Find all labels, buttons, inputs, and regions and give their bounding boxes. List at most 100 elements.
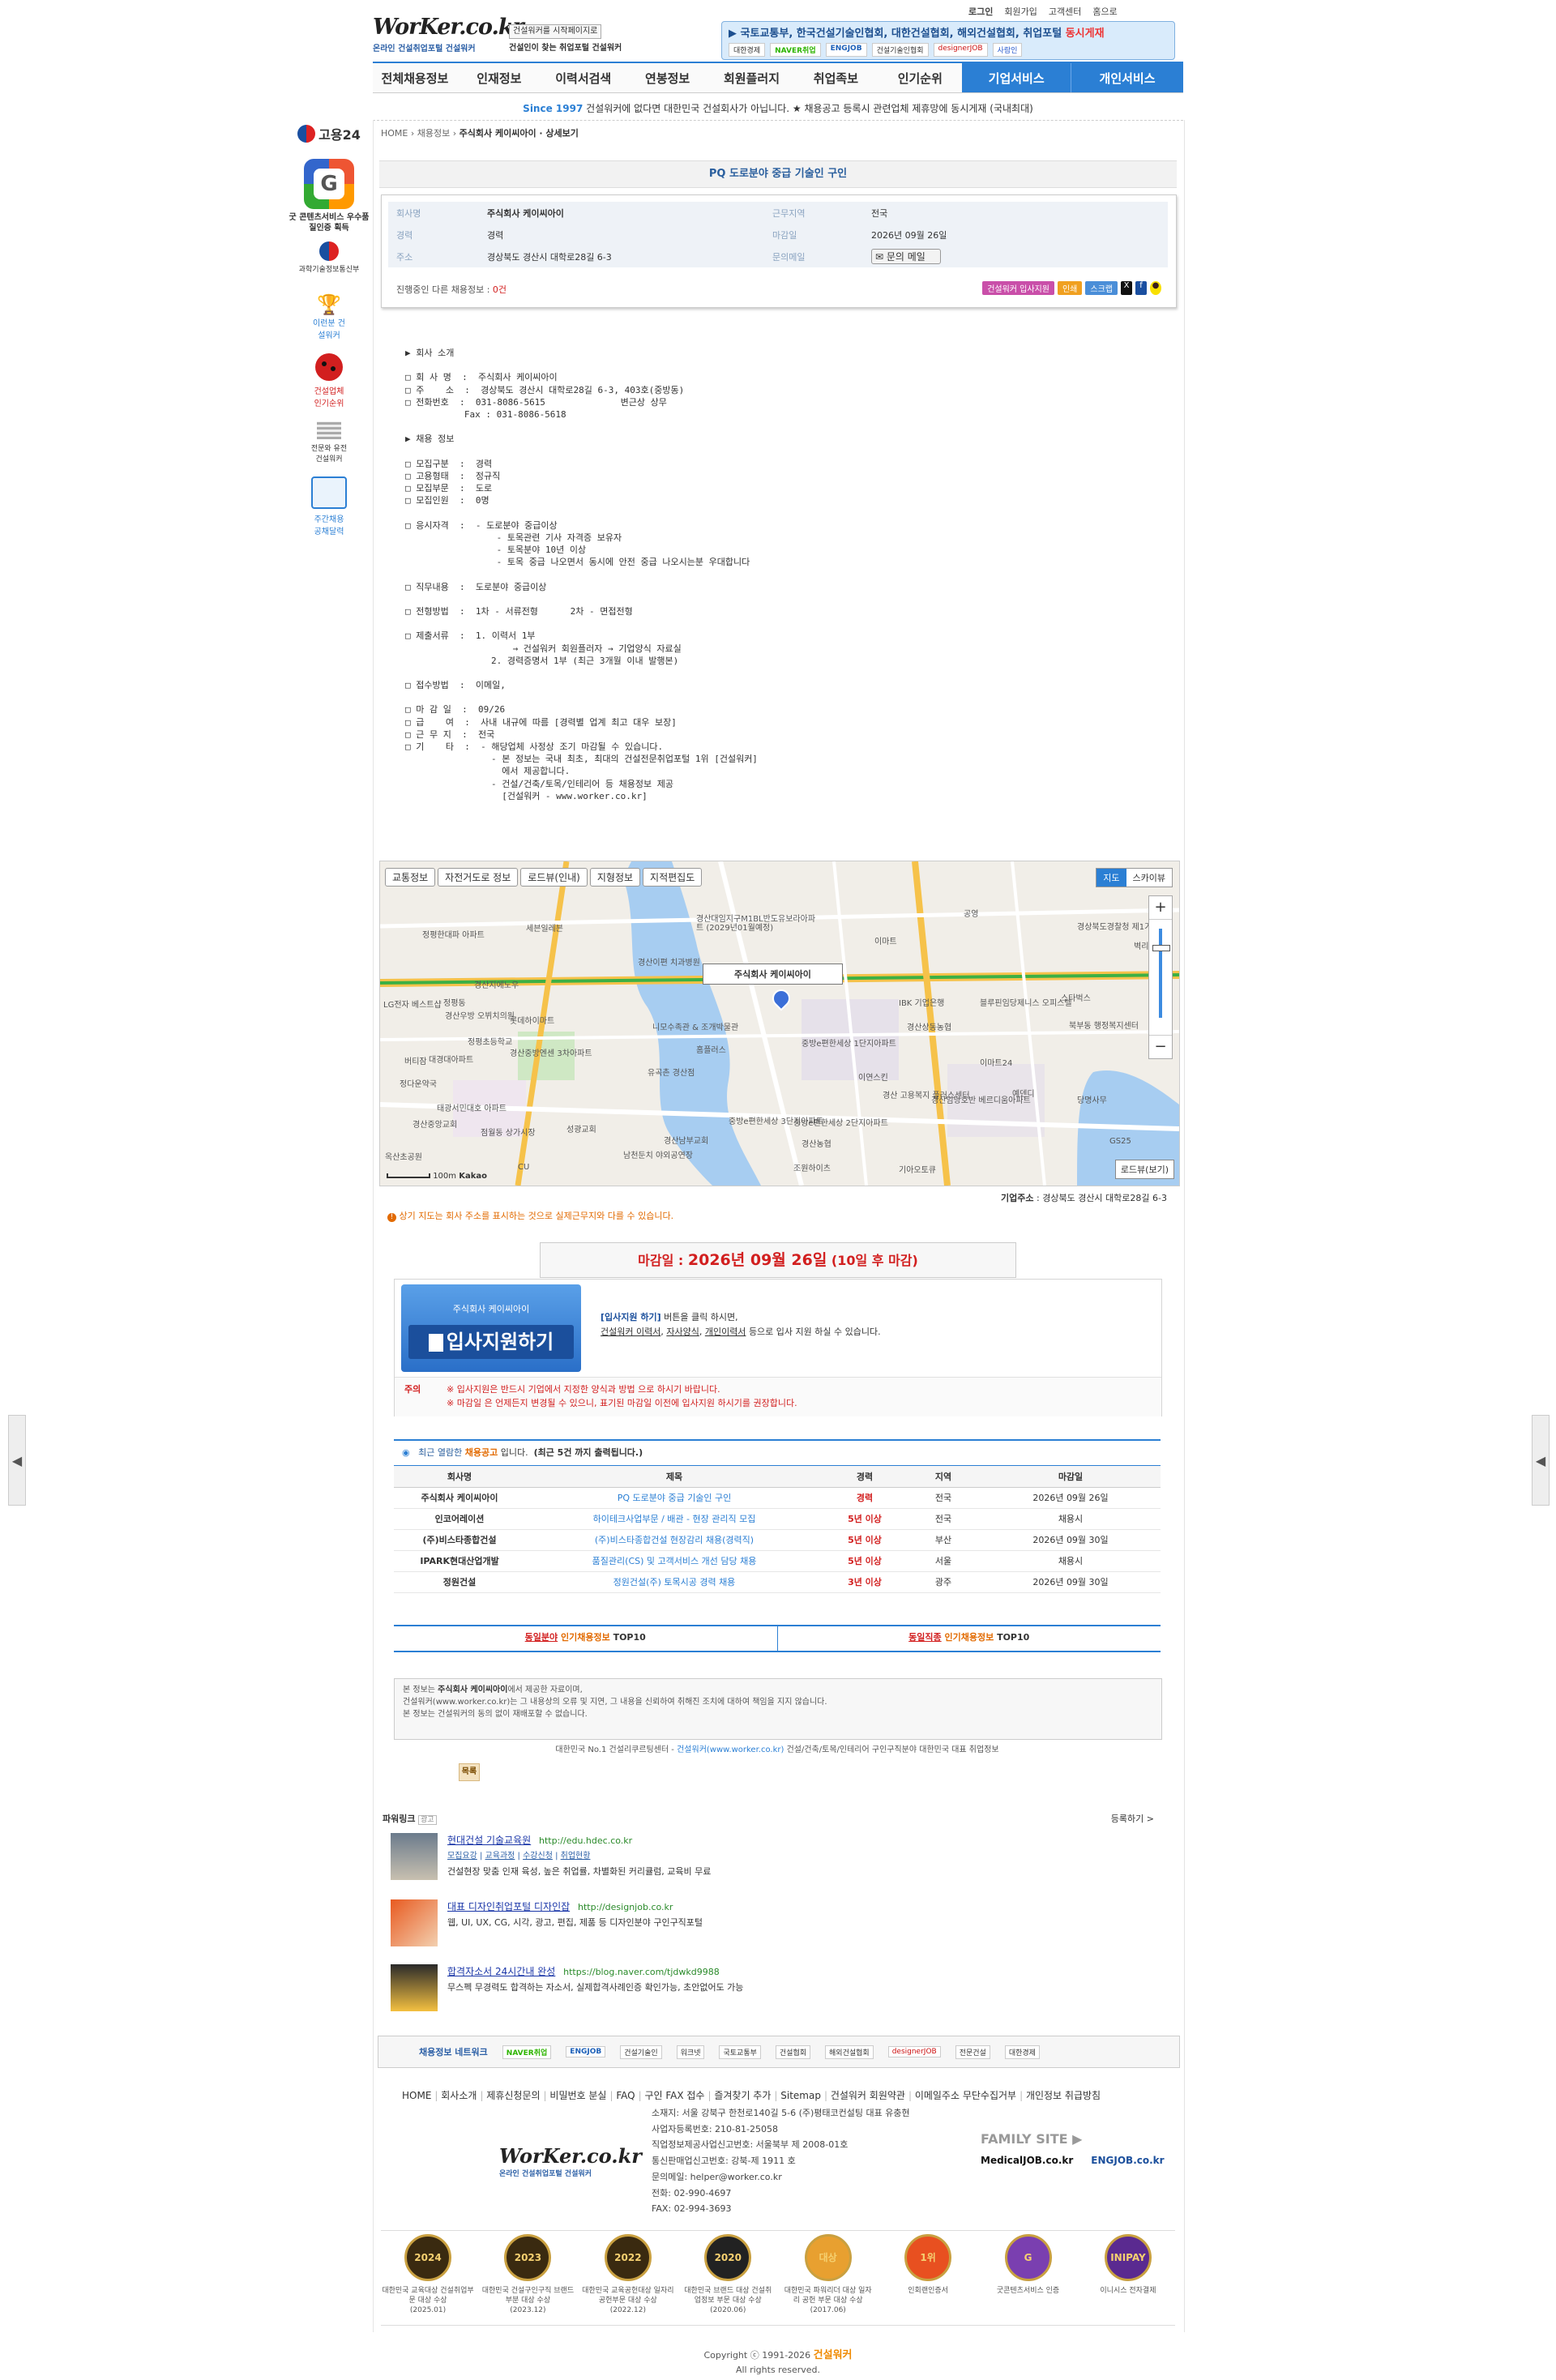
sidebar-trophy[interactable]: 🏆 이런분 건설워커	[289, 293, 370, 340]
map-roadview-toggle[interactable]: 로드뷰(보기)	[1114, 1160, 1174, 1179]
apply-button[interactable]: 입사지원하기	[408, 1325, 574, 1359]
left-scroll-handle[interactable]: ◀	[8, 1415, 26, 1506]
footer-link[interactable]: FAQ	[616, 2090, 635, 2101]
site-logo[interactable]: WorKer.co.kr 온라인 건설취업포털 건설워커	[373, 15, 524, 60]
nav-all-jobs[interactable]: 전체채용정보	[373, 63, 457, 92]
table-row[interactable]: 정원건설 정원건설(주) 토목시공 경력 채용 3년 이상 광주 2026년 09월 3…	[394, 1571, 1161, 1592]
ad-url[interactable]: https://blog.naver.com/tjdwkd9988	[563, 1967, 720, 1977]
nav-member-plaza[interactable]: 회원플러지	[710, 63, 794, 92]
print-button[interactable]: 인쇄	[1057, 281, 1083, 295]
ad-sublink[interactable]: 교육과정	[485, 1852, 515, 1861]
family-site-label[interactable]: FAMILY SITE ▶	[981, 2131, 1167, 2147]
sidebar-ranking[interactable]: 건설업체 인기순위	[289, 353, 370, 408]
ad-title[interactable]: 현대건설 기술교육원	[447, 1835, 531, 1846]
award-item[interactable]: 대상 대한민국 파워리더 대상 일자리 공헌 부문 대상 수상 (2017.06)	[781, 2234, 875, 2325]
zoom-in-button[interactable]: +	[1149, 896, 1172, 920]
award-item[interactable]: INIPAY 이니시스 전자결제	[1081, 2234, 1175, 2325]
footer-link[interactable]: 즐겨찾기 추가	[714, 2090, 771, 2101]
ad-sublink[interactable]: 모집요강	[447, 1852, 477, 1861]
footer-link[interactable]: 제휴신청문의	[486, 2090, 540, 2101]
resume-link[interactable]: 건설워커 이력서	[601, 1327, 660, 1337]
row-title[interactable]: (주)비스타종합건설 현장감리 채용(경력직)	[525, 1529, 823, 1550]
footer-link[interactable]: 구인 FAX 접수	[644, 2090, 704, 2101]
map-cadastral-button[interactable]: 지적편집도	[643, 868, 703, 887]
apply-desc-link[interactable]: [입사지원 하기]	[601, 1312, 661, 1322]
row-title[interactable]: 품질관리(CS) 및 고객서비스 개선 담당 채용	[525, 1550, 823, 1571]
row-title[interactable]: PQ 도로분야 중급 기술인 구인	[525, 1487, 823, 1508]
partner-banner[interactable]: ▶ 국토교통부, 한국건설기술인협회, 대한건설협회, 해외건설협회, 취업포털…	[721, 21, 1175, 60]
award-item[interactable]: 2022 대한민국 교육공헌대상 일자리 공헌부문 대상 수상 (2022.12)	[581, 2234, 675, 2325]
footer-link[interactable]: Sitemap	[780, 2090, 821, 2101]
nav-ranking[interactable]: 인기순위	[878, 63, 962, 92]
award-item[interactable]: 2020 대한민국 브랜드 대상 건설취업정보 부문 대상 수상 (2020.06)	[681, 2234, 775, 2325]
home-link[interactable]: 홈으로	[1092, 5, 1117, 18]
ad-url[interactable]: http://designjob.co.kr	[578, 1902, 673, 1912]
nav-job-tips[interactable]: 취업족보	[793, 63, 878, 92]
register-ad-link[interactable]: 등록하기 >	[1111, 1812, 1154, 1825]
top10-same-job[interactable]: 동일직종 인기채용정보 TOP10	[778, 1626, 1161, 1651]
family-link-medicaljob[interactable]: MedicalJOB.co.kr	[981, 2155, 1073, 2166]
table-row[interactable]: 인코어레이션 하이테크사업부문 / 배관 - 현장 관리직 모집 5년 이상 전국 채용…	[394, 1508, 1161, 1529]
contact-mail-button[interactable]: ✉ 문의 메일	[871, 249, 941, 264]
award-item[interactable]: 1위 인회랜인증서	[881, 2234, 975, 2325]
map-type-sky[interactable]: 스카이뷰	[1126, 869, 1172, 887]
map-terrain-button[interactable]: 지형정보	[589, 868, 641, 887]
map-bike-button[interactable]: 자전거도로 정보	[438, 868, 519, 887]
nav-personal-service[interactable]: 개인서비스	[1071, 63, 1183, 92]
footer-link[interactable]: 비밀번호 분실	[549, 2090, 606, 2101]
network-logo[interactable]: 해외건설협회	[825, 2045, 874, 2059]
zoom-handle[interactable]	[1152, 945, 1170, 951]
network-logo[interactable]: NAVER취업	[502, 2045, 552, 2059]
network-logo[interactable]: 워크넷	[676, 2045, 705, 2059]
table-row[interactable]: IPARK현대산업개발 품질관리(CS) 및 고객서비스 개선 담당 채용 5년 이…	[394, 1550, 1161, 1571]
nav-salary[interactable]: 연봉정보	[626, 63, 710, 92]
award-item[interactable]: G 굿콘텐츠서비스 인증	[981, 2234, 1075, 2325]
network-logo[interactable]: 건설협회	[775, 2045, 811, 2059]
apply-card[interactable]: 주식회사 케이씨아이 입사지원하기	[401, 1284, 581, 1372]
nav-talent[interactable]: 인재정보	[457, 63, 541, 92]
footer-link[interactable]: 개인정보 취급방침	[1026, 2090, 1101, 2101]
company-form-link[interactable]: 자사양식	[666, 1327, 699, 1337]
map-roadview-button[interactable]: 로드뷰(인내)	[520, 868, 588, 887]
map-traffic-button[interactable]: 교통정보	[385, 868, 436, 887]
award-item[interactable]: 2024 대한민국 교육대상 건설취업부문 대상 수상 (2025.01)	[381, 2234, 475, 2325]
sidebar-calendar[interactable]: 주간채용 공채달력	[289, 476, 370, 536]
table-row[interactable]: 주식회사 케이씨아이 PQ 도로분야 중급 기술인 구인 경력 전국 2026년 09월…	[394, 1487, 1161, 1508]
network-logo[interactable]: 건설기술인	[620, 2045, 662, 2059]
sidebar-msit[interactable]: 과학기술정보통신부	[289, 241, 370, 274]
personal-resume-link[interactable]: 개인이력서	[705, 1327, 746, 1337]
zoom-out-button[interactable]: −	[1149, 1035, 1172, 1058]
network-logo[interactable]: 전문건설	[955, 2045, 990, 2059]
footer-logo[interactable]: WorKer.co.kr 온라인 건설취업포털 건설워커	[499, 2144, 642, 2178]
row-title[interactable]: 정원건설(주) 토목시공 경력 채용	[525, 1571, 823, 1592]
zoom-slider[interactable]	[1159, 929, 1162, 1018]
ad-title[interactable]: 대표 디자인취업포털 디자인잡	[447, 1901, 570, 1912]
footer-link[interactable]: 건설워커 회원약관	[831, 2090, 905, 2101]
customer-center-link[interactable]: 고객센터	[1049, 5, 1081, 18]
table-row[interactable]: (주)비스타종합건설 (주)비스타종합건설 현장감리 채용(경력직) 5년 이상 부산…	[394, 1529, 1161, 1550]
row-title[interactable]: 하이테크사업부문 / 배관 - 현장 관리직 모집	[525, 1508, 823, 1529]
share-facebook-icon[interactable]: f	[1135, 281, 1147, 295]
ad-sublink[interactable]: 수강신청	[523, 1852, 553, 1861]
family-link-engjob[interactable]: ENGJOB.co.kr	[1091, 2155, 1164, 2166]
join-link[interactable]: 회원가입	[1004, 5, 1037, 18]
network-logo[interactable]: 국토교통부	[719, 2045, 761, 2059]
network-logo[interactable]: designerJOB	[887, 2046, 941, 2057]
list-button[interactable]: 목록	[459, 1763, 480, 1781]
login-link[interactable]: 로그인	[968, 5, 993, 18]
sidebar-goyong24[interactable]: 고용24	[289, 120, 370, 147]
nav-business-service[interactable]: 기업서비스	[962, 63, 1071, 92]
ad-url[interactable]: http://edu.hdec.co.kr	[539, 1835, 632, 1846]
footer-link[interactable]: HOME	[402, 2090, 431, 2101]
scrap-button[interactable]: 스크랩	[1085, 281, 1118, 295]
footer-link[interactable]: 회사소개	[441, 2090, 477, 2101]
nav-resume-search[interactable]: 이력서검색	[541, 63, 626, 92]
ad-title[interactable]: 합격자소서 24시간내 완성	[447, 1966, 555, 1977]
share-kakao-icon[interactable]: ●	[1150, 281, 1161, 295]
breadcrumb-jobs[interactable]: 채용정보	[417, 128, 450, 139]
apply-small-button[interactable]: 건설워커 입사지원	[982, 281, 1054, 295]
share-x-icon[interactable]: X	[1121, 281, 1132, 295]
tagline-link[interactable]: 건설워커(www.worker.co.kr)	[677, 1745, 784, 1754]
right-scroll-handle[interactable]: ◀	[1532, 1415, 1550, 1506]
map[interactable]: 경산대임지구M1BL반도유보라아파트 (2029년01월예정) 경상북도경찰청 제…	[379, 861, 1180, 1186]
